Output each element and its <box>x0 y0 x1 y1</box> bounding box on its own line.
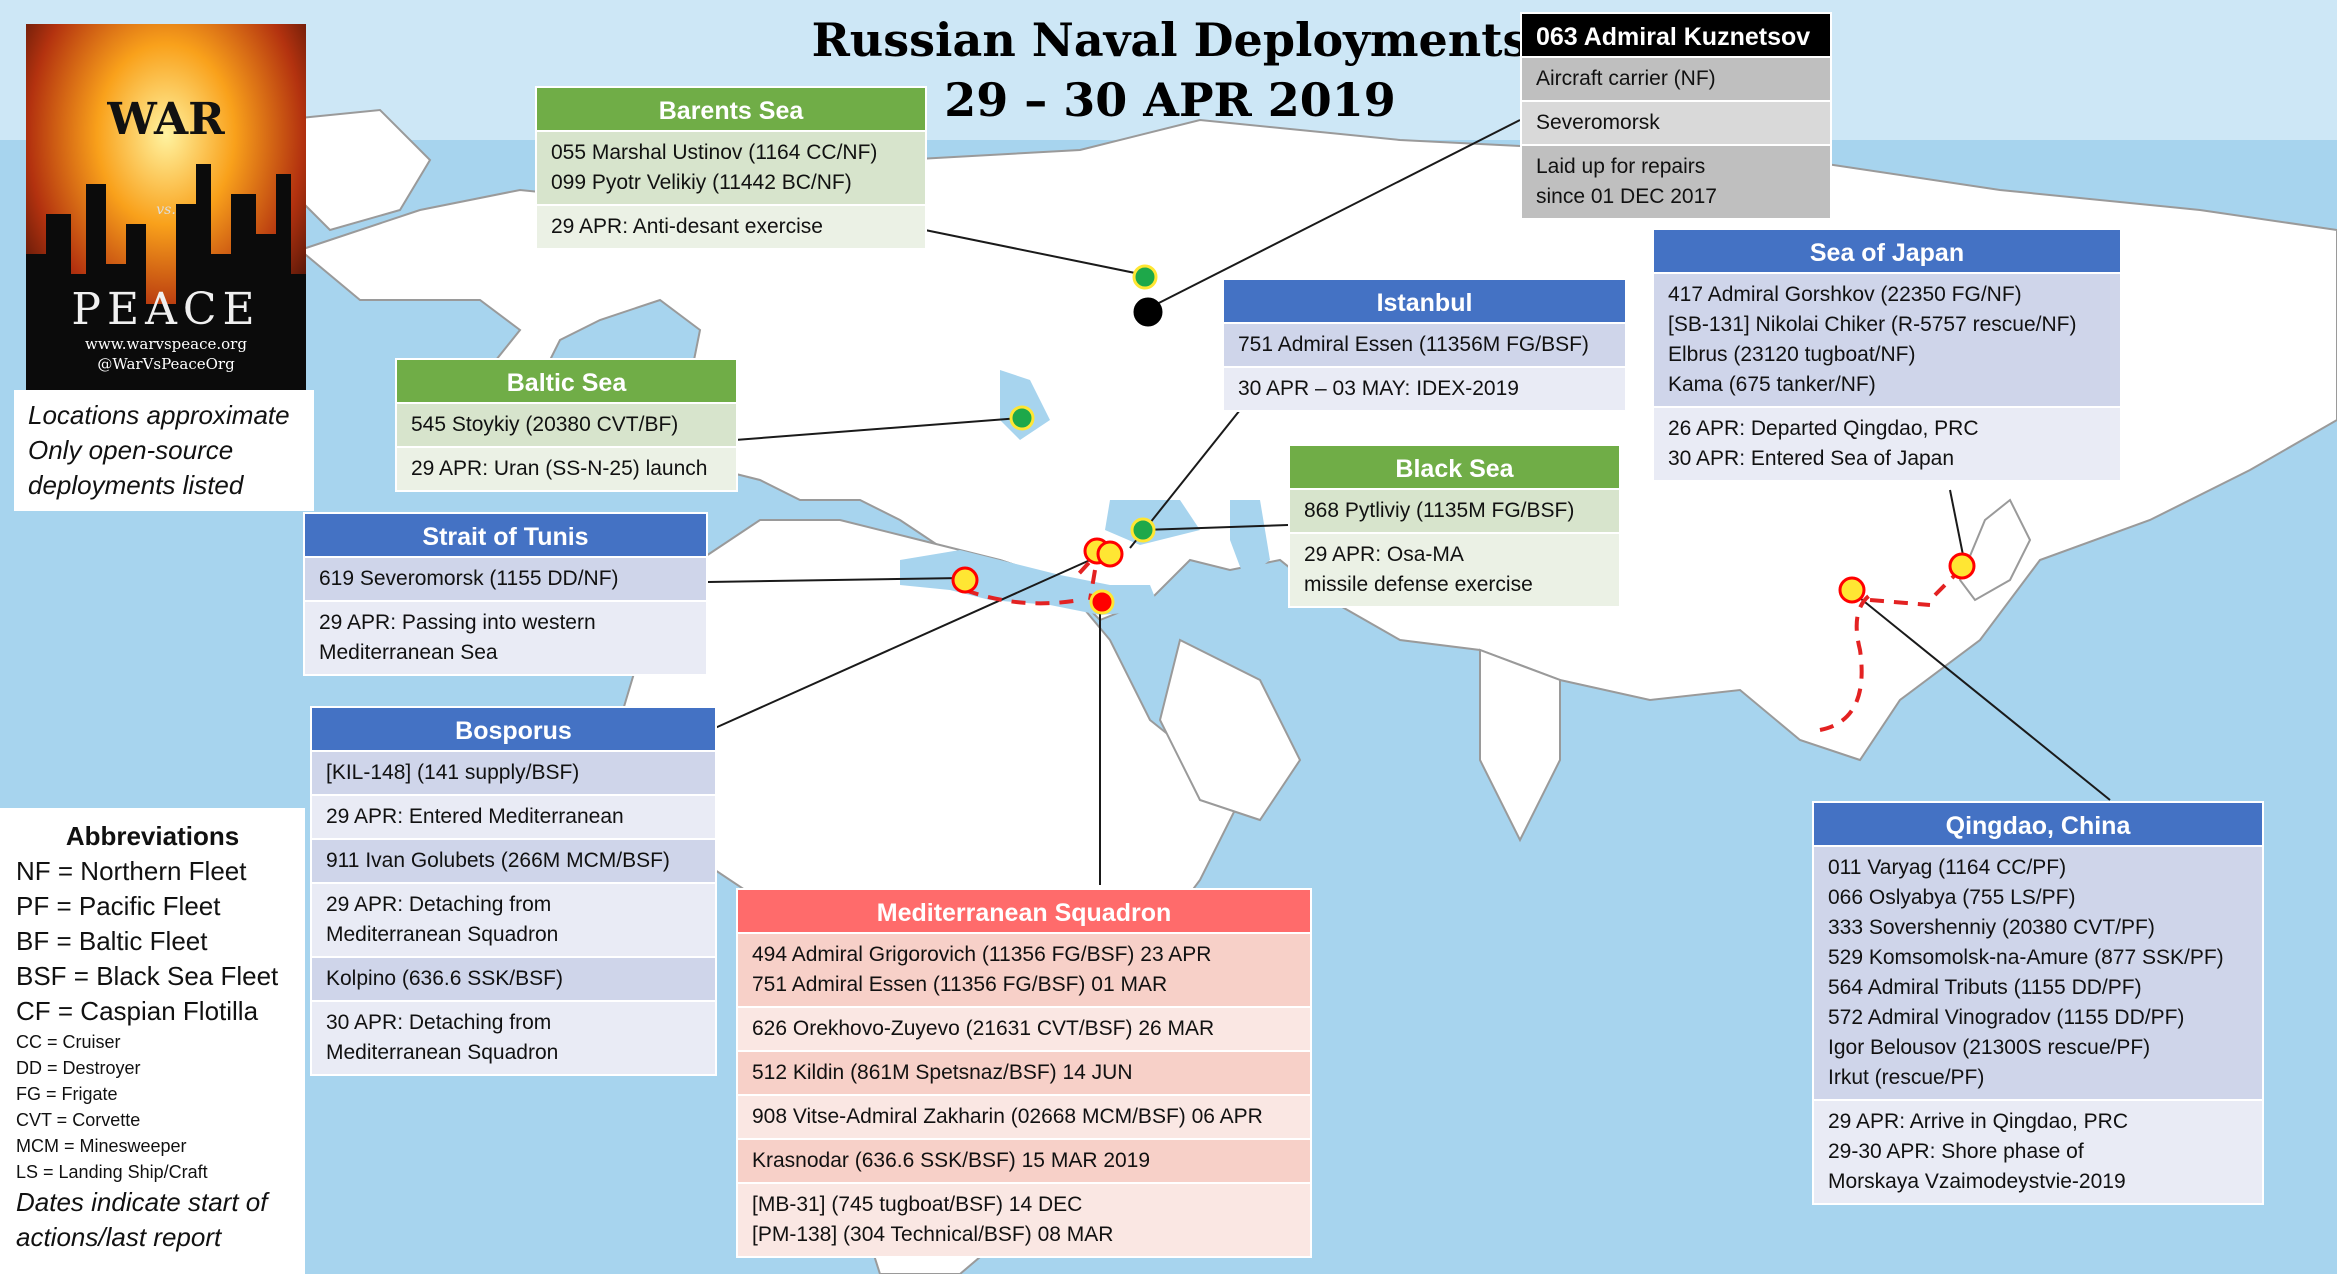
abbr-minor-0: CC = Cruiser <box>16 1032 121 1052</box>
med-squadron-row: 908 Vitse-Admiral Zakharin (02668 MCM/BS… <box>736 1096 1312 1140</box>
logo-site-text: www.warvspeace.org <box>85 335 247 353</box>
abbr-major-1: PF = Pacific Fleet <box>16 891 221 921</box>
note-line-1: Locations approximate <box>28 400 290 430</box>
sea-of-japan-row: 26 APR: Departed Qingdao, PRC 30 APR: En… <box>1652 408 2122 482</box>
panel-baltic-sea: Baltic Sea 545 Stoykiy (20380 CVT/BF) 29… <box>395 358 738 492</box>
panel-barents-sea: Barents Sea 055 Marshal Ustinov (1164 CC… <box>535 86 927 250</box>
barents-sea-header: Barents Sea <box>535 86 927 132</box>
baltic-sea-row: 545 Stoykiy (20380 CVT/BF) <box>395 404 738 448</box>
med-squadron-row: 626 Orekhovo-Zuyevo (21631 CVT/BSF) 26 M… <box>736 1008 1312 1052</box>
istanbul-header: Istanbul <box>1222 278 1627 324</box>
abbr-footer: Dates indicate start of actions/last rep… <box>16 1187 268 1252</box>
panel-istanbul: Istanbul 751 Admiral Essen (11356M FG/BS… <box>1222 278 1627 412</box>
bosporus-row: 29 APR: Entered Mediterranean <box>310 796 717 840</box>
marker-barents-sea <box>1132 264 1158 290</box>
abbr-major-2: BF = Baltic Fleet <box>16 926 208 956</box>
med-squadron-row: 512 Kildin (861M Spetsnaz/BSF) 14 JUN <box>736 1052 1312 1096</box>
qingdao-row: 011 Varyag (1164 CC/PF) 066 Oslyabya (75… <box>1812 847 2264 1101</box>
istanbul-row: 30 APR – 03 MAY: IDEX-2019 <box>1222 368 1627 412</box>
abbr-major-4: CF = Caspian Flotilla <box>16 996 259 1026</box>
logo-vs-text: vs. <box>156 202 176 218</box>
bosporus-header: Bosporus <box>310 706 717 752</box>
baltic-sea-row: 29 APR: Uran (SS-N-25) launch <box>395 448 738 492</box>
marker-baltic-sea <box>1009 405 1035 431</box>
strait-of-tunis-header: Strait of Tunis <box>303 512 708 558</box>
med-squadron-header: Mediterranean Squadron <box>736 888 1312 934</box>
sea-of-japan-row: 417 Admiral Gorshkov (22350 FG/NF) [SB-1… <box>1652 274 2122 408</box>
med-squadron-row: [MB-31] (745 tugboat/BSF) 14 DEC [PM-138… <box>736 1184 1312 1258</box>
panel-black-sea: Black Sea 868 Pytliviy (1135M FG/BSF) 29… <box>1288 444 1621 608</box>
black-sea-header: Black Sea <box>1288 444 1621 490</box>
bosporus-row: 30 APR: Detaching from Mediterranean Squ… <box>310 1002 717 1076</box>
panel-strait-of-tunis: Strait of Tunis 619 Severomorsk (1155 DD… <box>303 512 708 676</box>
istanbul-row: 751 Admiral Essen (11356M FG/BSF) <box>1222 324 1627 368</box>
bosporus-row: [KIL-148] (141 supply/BSF) <box>310 752 717 796</box>
marker-black-sea <box>1130 517 1156 543</box>
kuznetsov-header: 063 Admiral Kuznetsov <box>1520 12 1832 58</box>
title-line-1: Russian Naval Deployments <box>811 13 1529 67</box>
abbreviations-title: Abbreviations <box>65 821 240 851</box>
bosporus-row: Kolpino (636.6 SSK/BSF) <box>310 958 717 1002</box>
med-squadron-row: 494 Admiral Grigorovich (11356 FG/BSF) 2… <box>736 934 1312 1008</box>
strait-of-tunis-row: 619 Severomorsk (1155 DD/NF) <box>303 558 708 602</box>
marker-med-squadron <box>1089 589 1115 615</box>
logo-peace-text: PEACE <box>71 284 260 335</box>
bosporus-row: 911 Ivan Golubets (266M MCM/BSF) <box>310 840 717 884</box>
abbreviations-box: Abbreviations NF = Northern Fleet PF = P… <box>0 808 305 1274</box>
panel-bosporus: Bosporus [KIL-148] (141 supply/BSF) 29 A… <box>310 706 717 1076</box>
panel-admiral-kuznetsov: 063 Admiral Kuznetsov Aircraft carrier (… <box>1520 12 1832 220</box>
black-sea-row: 868 Pytliviy (1135M FG/BSF) <box>1288 490 1621 534</box>
marker-kuznetsov <box>1133 297 1163 327</box>
abbr-minor-2: FG = Frigate <box>16 1084 118 1104</box>
abbr-minor-4: MCM = Minesweeper <box>16 1136 187 1156</box>
qingdao-header: Qingdao, China <box>1812 801 2264 847</box>
black-sea-row: 29 APR: Osa-MA missile defense exercise <box>1288 534 1621 608</box>
abbr-minor-1: DD = Destroyer <box>16 1058 141 1078</box>
marker-tunis <box>951 566 979 594</box>
baltic-sea-header: Baltic Sea <box>395 358 738 404</box>
logo-war-text: WAR <box>106 94 225 145</box>
barents-sea-row: 29 APR: Anti-desant exercise <box>535 206 927 250</box>
abbr-minor-3: CVT = Corvette <box>16 1110 141 1130</box>
panel-sea-of-japan: Sea of Japan 417 Admiral Gorshkov (22350… <box>1652 228 2122 482</box>
map-stage: WAR vs. PEACE www.warvspeace.org @WarVsP… <box>0 0 2337 1274</box>
note-line-3: deployments listed <box>28 470 244 500</box>
panel-qingdao: Qingdao, China 011 Varyag (1164 CC/PF) 0… <box>1812 801 2264 1205</box>
abbr-minor-5: LS = Landing Ship/Craft <box>16 1162 208 1182</box>
logo-handle-text: @WarVsPeaceOrg <box>97 355 235 373</box>
bosporus-row: 29 APR: Detaching from Mediterranean Squ… <box>310 884 717 958</box>
war-vs-peace-logo: WAR vs. PEACE www.warvspeace.org @WarVsP… <box>26 24 306 392</box>
panel-mediterranean-squadron: Mediterranean Squadron 494 Admiral Grigo… <box>736 888 1312 1258</box>
kuznetsov-row: Aircraft carrier (NF) <box>1520 58 1832 102</box>
marker-qingdao <box>1838 576 1866 604</box>
barents-sea-row: 055 Marshal Ustinov (1164 CC/NF) 099 Pyo… <box>535 132 927 206</box>
marker-bosporus-2 <box>1096 540 1124 568</box>
kuznetsov-row: Laid up for repairs since 01 DEC 2017 <box>1520 146 1832 220</box>
med-squadron-row: Krasnodar (636.6 SSK/BSF) 15 MAR 2019 <box>736 1140 1312 1184</box>
strait-of-tunis-row: 29 APR: Passing into western Mediterrane… <box>303 602 708 676</box>
abbr-major-3: BSF = Black Sea Fleet <box>16 961 279 991</box>
marker-sea-of-japan <box>1948 552 1976 580</box>
abbr-major-0: NF = Northern Fleet <box>16 856 247 886</box>
sea-of-japan-header: Sea of Japan <box>1652 228 2122 274</box>
qingdao-row: 29 APR: Arrive in Qingdao, PRC 29-30 APR… <box>1812 1101 2264 1205</box>
kuznetsov-row: Severomorsk <box>1520 102 1832 146</box>
note-line-2: Only open-source <box>28 435 234 465</box>
notes-box: Locations approximate Only open-source d… <box>14 390 314 511</box>
